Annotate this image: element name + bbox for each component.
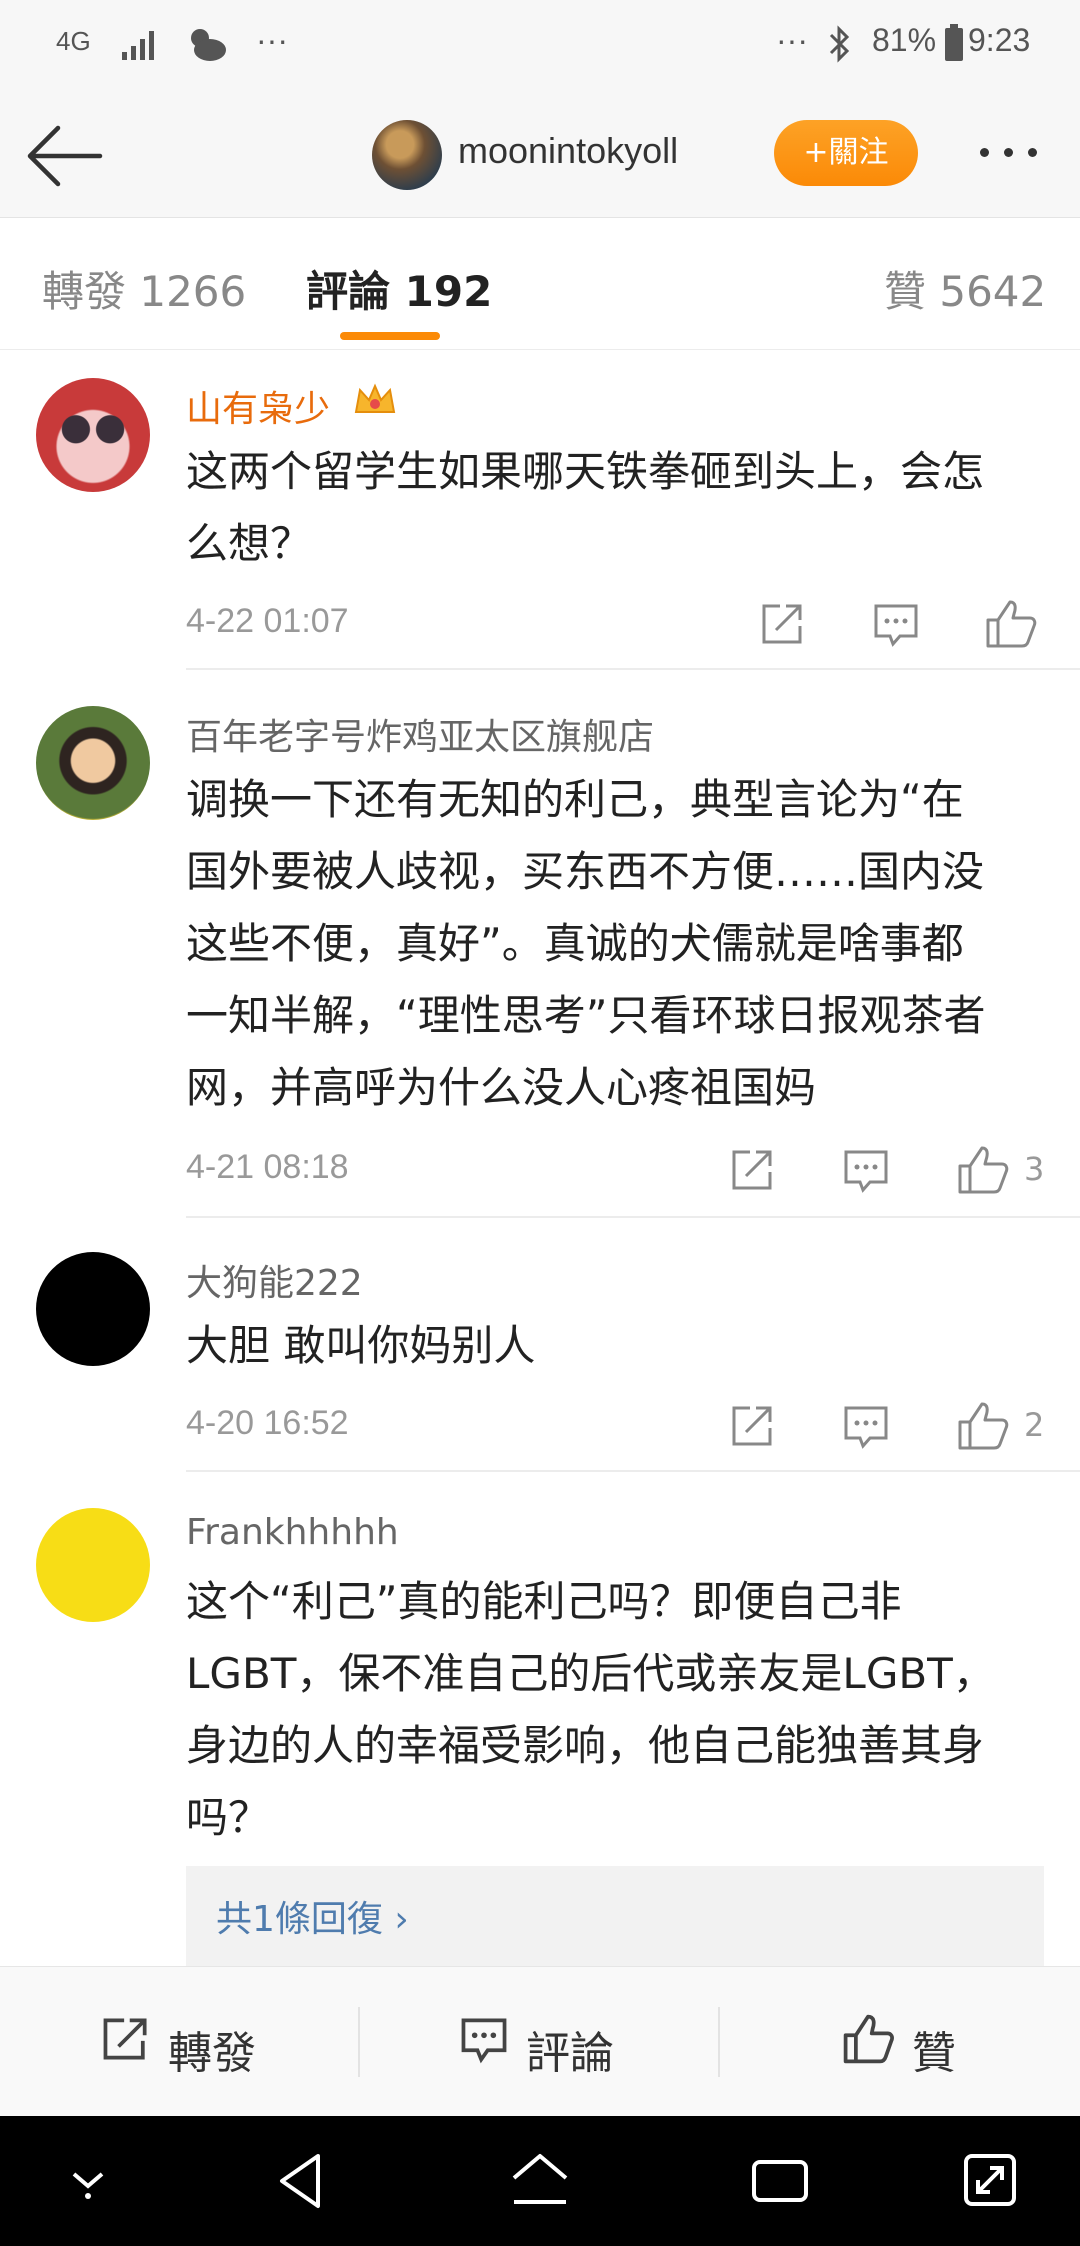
divider bbox=[186, 1216, 1080, 1218]
tab-reposts[interactable]: 轉發 1266 bbox=[42, 258, 246, 319]
network-indicator: 4G bbox=[56, 26, 91, 56]
like-icon[interactable] bbox=[980, 594, 1040, 654]
signal-icon bbox=[122, 31, 154, 60]
top-nav: moonintokyoll +關注 bbox=[0, 90, 1080, 218]
system-nav-bar bbox=[0, 2116, 1080, 2246]
home-nav-icon[interactable] bbox=[508, 2146, 572, 2216]
status-dots-left: ··· bbox=[256, 22, 288, 58]
bottom-action-bar: 轉發 評論 贊 bbox=[0, 1966, 1080, 2116]
back-arrow-icon[interactable] bbox=[24, 114, 108, 198]
like-label: 贊 bbox=[912, 2028, 956, 2079]
divider bbox=[186, 668, 1080, 670]
comment-icon[interactable] bbox=[836, 1396, 896, 1456]
commenter-avatar[interactable] bbox=[36, 1508, 150, 1622]
username[interactable]: moonintokyoll bbox=[458, 130, 678, 172]
reply-count-label: 共1條回復 › bbox=[216, 1899, 409, 1940]
commenter-avatar[interactable] bbox=[36, 378, 150, 492]
clock: 9:23 bbox=[968, 22, 1031, 58]
battery-icon bbox=[945, 24, 963, 61]
divider bbox=[718, 2007, 720, 2077]
comment-text: 大胆 敢叫你妈别人 bbox=[186, 1321, 536, 1370]
divider bbox=[358, 2007, 360, 2077]
battery-percent: 81% bbox=[872, 22, 937, 58]
expand-icon[interactable] bbox=[960, 2146, 1020, 2216]
crown-icon bbox=[354, 383, 396, 413]
status-dots-right: ··· bbox=[776, 22, 808, 58]
user-avatar[interactable] bbox=[372, 120, 442, 190]
like-count: 3 bbox=[1024, 1150, 1045, 1188]
like-icon bbox=[843, 2014, 894, 2064]
bluetooth-icon bbox=[829, 25, 850, 63]
comment-text: 这两个留学生如果哪天铁拳砸到头上，会怎 么想？ bbox=[186, 447, 985, 568]
follow-button[interactable]: +關注 bbox=[774, 120, 918, 186]
active-tab-indicator bbox=[340, 332, 440, 340]
commenter-name[interactable]: Frankhhhhh bbox=[186, 1512, 399, 1553]
comment-text: 这个“利己”真的能利己吗？即便自己非 LGBT，保不准自己的后代或亲友是LGBT… bbox=[186, 1577, 995, 1842]
comment-time: 4-21 08:18 bbox=[186, 1148, 349, 1186]
like-icon[interactable] bbox=[952, 1396, 1012, 1456]
like-icon[interactable] bbox=[952, 1140, 1012, 1200]
comment-text: 调换一下还有无知的利己，典型言论为“在 国外要被人歧视，买东西不方便……国内没 … bbox=[186, 775, 986, 1112]
tab-bar: 轉發 1266 評論 192 贊 5642 bbox=[0, 218, 1080, 350]
recent-apps-icon[interactable] bbox=[748, 2146, 812, 2216]
commenter-name[interactable]: 大狗能222 bbox=[186, 1254, 363, 1306]
hide-keyboard-icon[interactable] bbox=[66, 2146, 110, 2216]
comment-time: 4-22 01:07 bbox=[186, 602, 349, 640]
repost-icon[interactable] bbox=[722, 1396, 782, 1456]
weather-icon bbox=[191, 29, 226, 61]
commenter-name[interactable]: 山有枭少 bbox=[186, 380, 330, 432]
comment-icon[interactable] bbox=[866, 594, 926, 654]
comment-label: 評論 bbox=[526, 2028, 614, 2079]
divider bbox=[186, 1470, 1080, 1472]
tab-likes[interactable]: 贊 5642 bbox=[884, 258, 1046, 319]
comment-icon bbox=[461, 2018, 507, 2064]
back-nav-icon[interactable] bbox=[270, 2146, 330, 2216]
commenter-avatar[interactable] bbox=[36, 706, 150, 820]
like-count: 2 bbox=[1024, 1406, 1045, 1444]
repost-icon[interactable] bbox=[752, 594, 812, 654]
comment-time: 4-20 16:52 bbox=[186, 1404, 349, 1442]
commenter-name[interactable]: 百年老字号炸鸡亚太区旗舰店 bbox=[186, 708, 654, 760]
status-bar: 4G ··· ··· 81% 9:23 bbox=[0, 0, 1080, 90]
commenter-avatar[interactable] bbox=[36, 1252, 150, 1366]
repost-label: 轉發 bbox=[168, 2028, 256, 2079]
repost-icon bbox=[103, 2018, 147, 2060]
repost-icon[interactable] bbox=[722, 1140, 782, 1200]
tab-comments[interactable]: 評論 192 bbox=[306, 258, 492, 319]
view-replies-link[interactable]: 共1條回復 › bbox=[186, 1866, 1044, 1966]
comment-icon[interactable] bbox=[836, 1140, 896, 1200]
more-options-icon[interactable] bbox=[968, 132, 1052, 172]
